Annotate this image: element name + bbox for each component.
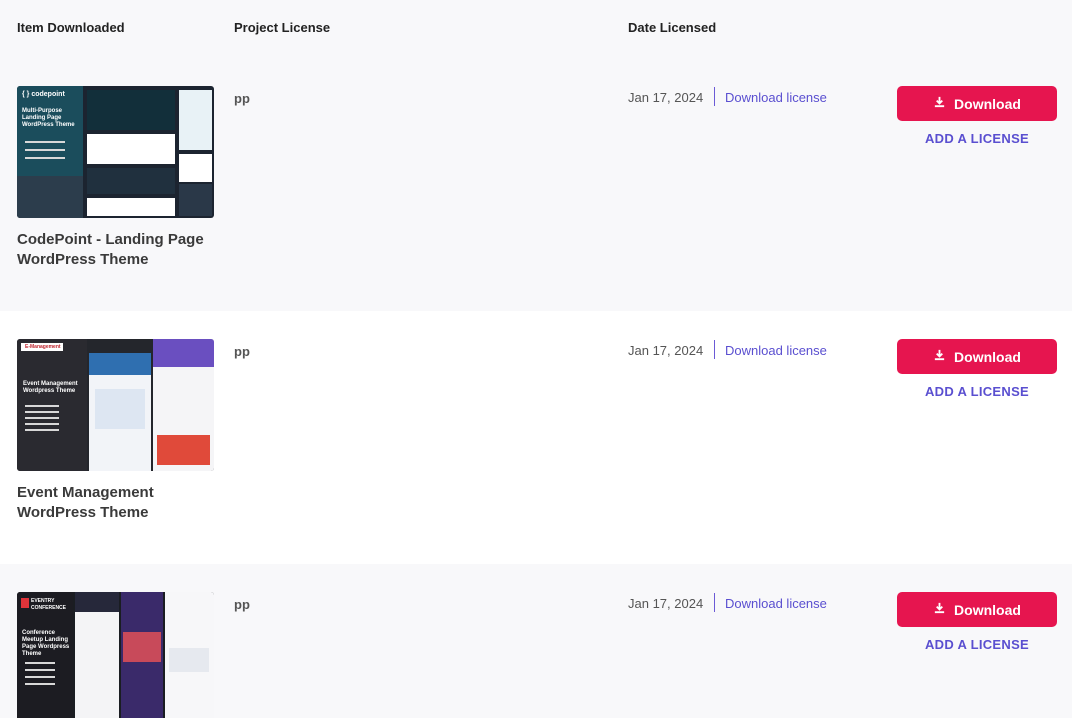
download-button[interactable]: Download: [897, 592, 1057, 627]
thumb-headline: Multi-Purpose Landing Page WordPress The…: [22, 108, 75, 128]
item-title[interactable]: CodePoint - Landing Page WordPress Theme: [17, 230, 217, 270]
date-licensed-value: Jan 17, 2024: [628, 596, 704, 611]
add-license-button[interactable]: ADD A LICENSE: [897, 637, 1057, 652]
download-icon: [933, 349, 946, 365]
date-licensed-value: Jan 17, 2024: [628, 90, 704, 105]
project-license-value: pp: [234, 597, 250, 612]
download-button-label: Download: [954, 348, 1021, 365]
thumb-brand: { } codepoint: [22, 91, 65, 98]
download-license-link[interactable]: Download license: [725, 596, 827, 611]
header-item-downloaded: Item Downloaded: [17, 20, 125, 35]
item-title[interactable]: Event Management WordPress Theme: [17, 483, 217, 523]
project-license-value: pp: [234, 91, 250, 106]
item-thumbnail[interactable]: E-Management Event Management Wordpress …: [17, 339, 214, 471]
download-icon: [933, 96, 946, 112]
download-button-label: Download: [954, 601, 1021, 618]
thumb-headline: Event Management Wordpress Theme: [23, 381, 78, 394]
table-row: { } codepoint Multi-Purpose Landing Page…: [0, 58, 1072, 311]
add-license-button[interactable]: ADD A LICENSE: [897, 384, 1057, 399]
download-button-label: Download: [954, 95, 1021, 112]
download-button[interactable]: Download: [897, 86, 1057, 121]
download-license-link[interactable]: Download license: [725, 90, 827, 105]
download-button[interactable]: Download: [897, 339, 1057, 374]
divider: [714, 340, 715, 359]
project-license-value: pp: [234, 344, 250, 359]
divider: [714, 87, 715, 106]
download-license-link[interactable]: Download license: [725, 343, 827, 358]
table-header: Item Downloaded Project License Date Lic…: [0, 0, 1072, 58]
item-thumbnail[interactable]: { } codepoint Multi-Purpose Landing Page…: [17, 86, 214, 218]
item-thumbnail[interactable]: EVENTRY CONFERENCE Conference Meetup Lan…: [17, 592, 214, 718]
table-row: E-Management Event Management Wordpress …: [0, 311, 1072, 564]
download-icon: [933, 602, 946, 618]
thumb-brand: E-Management: [25, 344, 61, 350]
table-row: EVENTRY CONFERENCE Conference Meetup Lan…: [0, 564, 1072, 718]
thumb-headline: Conference Meetup Landing Page Wordpress…: [22, 630, 70, 657]
header-project-license: Project License: [234, 20, 331, 35]
add-license-button[interactable]: ADD A LICENSE: [897, 131, 1057, 146]
date-licensed-value: Jan 17, 2024: [628, 343, 704, 358]
divider: [714, 593, 715, 612]
thumb-brand: EVENTRY CONFERENCE: [31, 598, 67, 611]
header-date-licensed: Date Licensed: [628, 20, 717, 35]
